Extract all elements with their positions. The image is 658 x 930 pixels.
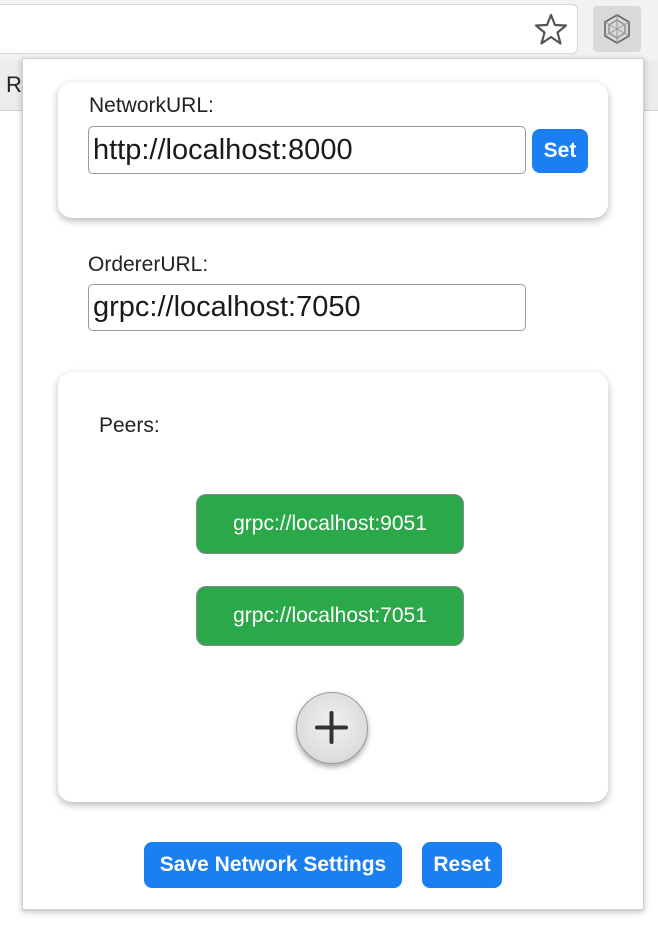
page-partial-text: R: [6, 72, 22, 97]
star-icon[interactable]: [534, 12, 568, 46]
reset-button[interactable]: Reset: [422, 842, 502, 888]
peer-button[interactable]: grpc://localhost:7051: [196, 586, 464, 646]
save-network-settings-button[interactable]: Save Network Settings: [144, 842, 402, 888]
orderer-url-input[interactable]: [88, 284, 526, 331]
network-url-input[interactable]: [88, 126, 526, 174]
set-button[interactable]: Set: [532, 129, 588, 173]
peer-button[interactable]: grpc://localhost:9051: [196, 494, 464, 554]
orderer-url-label: OrdererURL:: [88, 253, 209, 276]
address-bar[interactable]: [0, 4, 578, 54]
extension-button[interactable]: [593, 6, 641, 52]
network-url-label: NetworkURL:: [89, 94, 214, 117]
peers-label: Peers:: [99, 414, 160, 437]
add-peer-button[interactable]: [296, 692, 368, 764]
